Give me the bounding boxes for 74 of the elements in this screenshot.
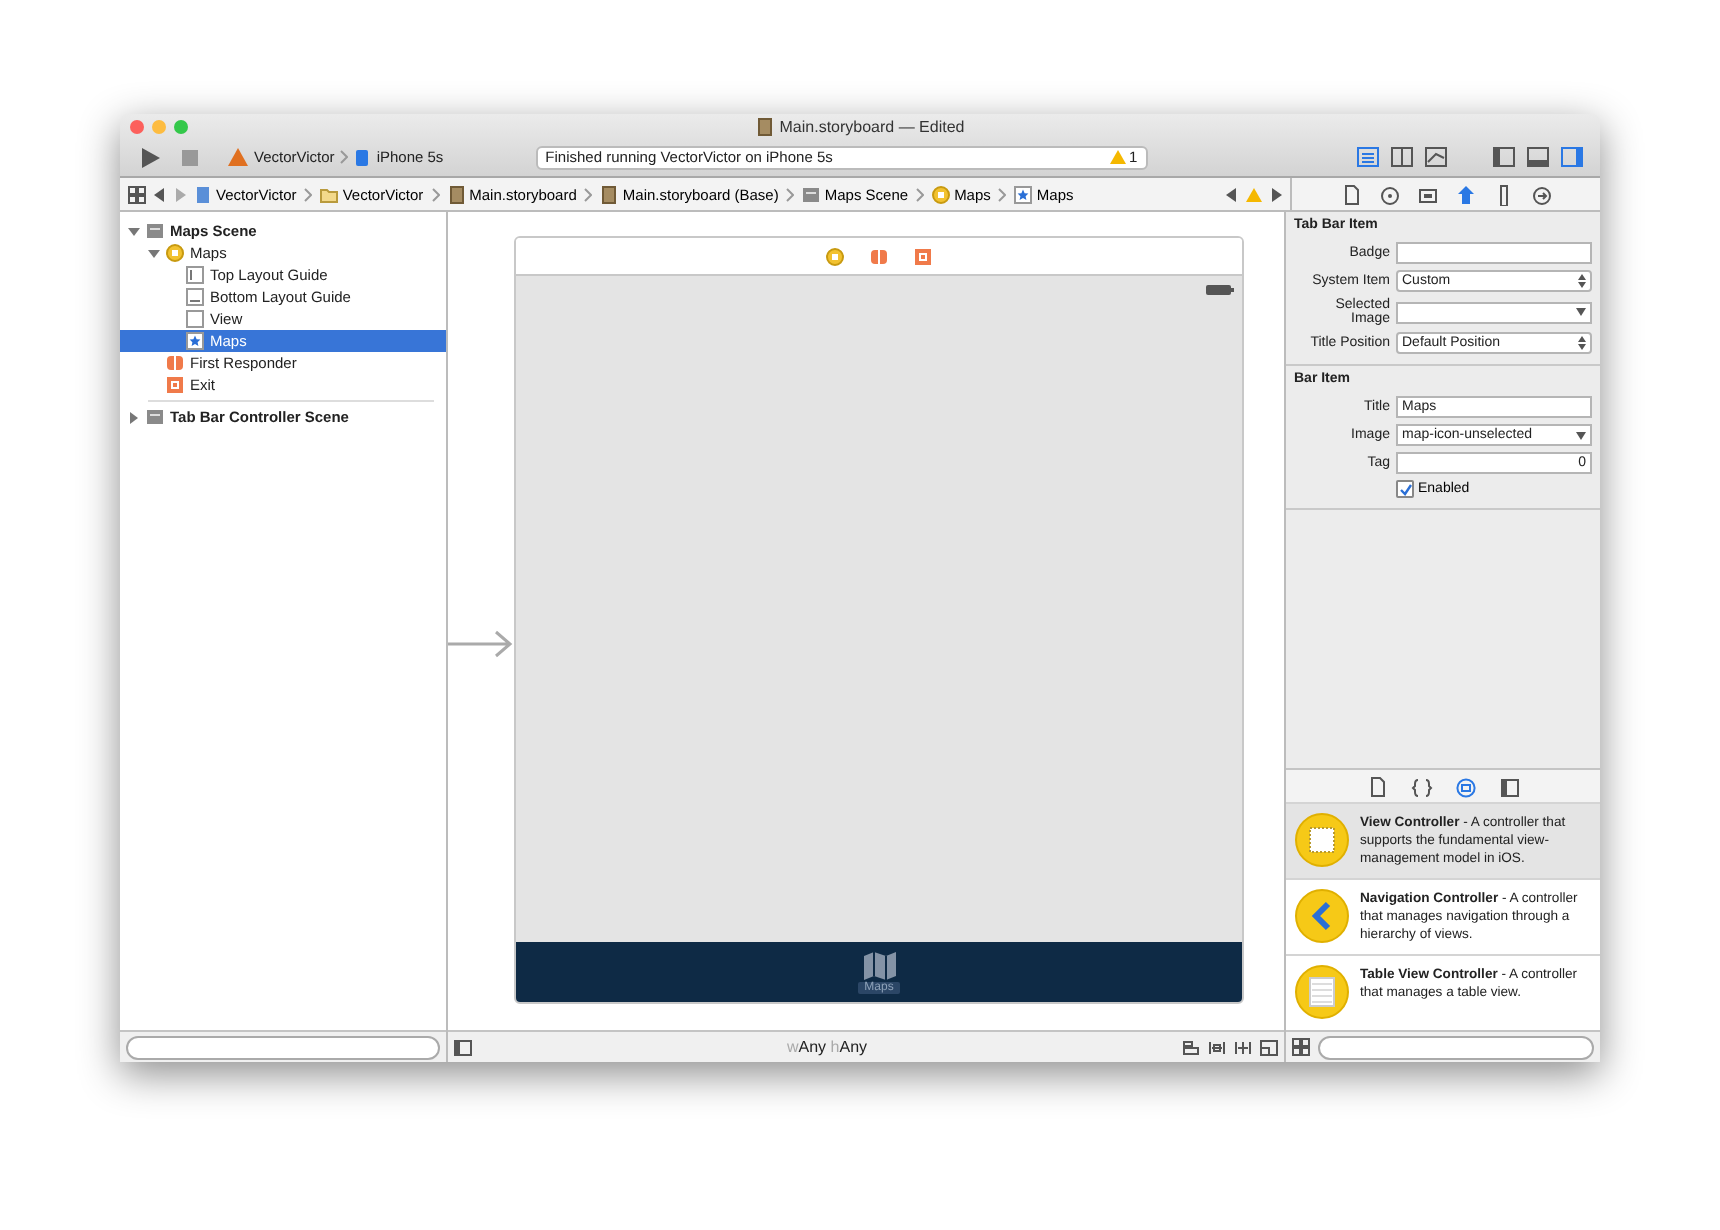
- scene-icon: [146, 222, 164, 240]
- grid-icon[interactable]: [1292, 1038, 1310, 1056]
- star-icon: [186, 332, 204, 350]
- star-icon: [1014, 185, 1033, 203]
- scene-icon: [802, 185, 821, 203]
- navigation-controller-icon: [1294, 888, 1350, 944]
- filter-field[interactable]: [1318, 1035, 1594, 1059]
- window-title: Main.storyboard — Edited: [779, 117, 965, 135]
- up-down-arrows-icon: [1578, 336, 1586, 350]
- document-outline-toggle-icon[interactable]: [454, 1039, 472, 1055]
- responder-icon: [870, 247, 888, 265]
- pin-icon[interactable]: [1234, 1039, 1252, 1055]
- top-guide-icon: [186, 266, 204, 284]
- chevron-icon: [916, 187, 925, 201]
- resolve-layout-icon[interactable]: [1260, 1039, 1278, 1055]
- device-icon: [354, 149, 371, 165]
- inspector-tab[interactable]: [1415, 183, 1439, 205]
- entry-point-arrow: [448, 630, 514, 658]
- disclosure-triangle-icon[interactable]: [128, 225, 140, 237]
- exit-icon: [914, 247, 932, 265]
- storyboard-icon: [755, 117, 774, 135]
- storyboard-icon: [447, 185, 466, 203]
- align-icon[interactable]: [1208, 1039, 1226, 1055]
- stack-icon[interactable]: [1182, 1039, 1200, 1055]
- table-controller-icon: [1294, 964, 1350, 1020]
- chevron-icon: [340, 150, 349, 164]
- up-down-arrows-icon: [1578, 274, 1586, 288]
- library-tab[interactable]: [1453, 775, 1477, 797]
- controller-icon: [932, 185, 951, 203]
- controller-icon: [826, 247, 844, 265]
- text-field[interactable]: [1396, 242, 1592, 264]
- view-icon: [186, 310, 204, 328]
- warning-icon: [1109, 150, 1125, 164]
- chevron-icon: [584, 187, 593, 201]
- bottom-guide-icon: [186, 288, 204, 306]
- panel-toggle-button[interactable]: [1526, 146, 1550, 168]
- chevron-icon: [786, 187, 795, 201]
- checkmark-icon: [1399, 483, 1411, 495]
- library-tab[interactable]: [1497, 775, 1521, 797]
- controller-icon: [166, 244, 184, 262]
- library-tab[interactable]: [1365, 775, 1389, 797]
- editor-mode-button[interactable]: [1424, 146, 1448, 168]
- app-icon: [228, 148, 248, 166]
- chevron-icon: [304, 187, 313, 201]
- disclosure-triangle-icon[interactable]: [128, 411, 140, 423]
- inspector-tab[interactable]: [1529, 183, 1553, 205]
- previous-issue-icon[interactable]: [1226, 187, 1238, 201]
- editor-mode-button[interactable]: [1356, 146, 1380, 168]
- inspector-tab[interactable]: [1339, 183, 1363, 205]
- storyboard-icon: [600, 185, 619, 203]
- folder-icon: [320, 185, 339, 203]
- next-issue-icon[interactable]: [1270, 187, 1282, 201]
- exit-icon: [166, 376, 184, 394]
- panel-toggle-button[interactable]: [1492, 146, 1516, 168]
- disclosure-triangle-icon[interactable]: [148, 247, 160, 259]
- inspector-tab[interactable]: [1377, 183, 1401, 205]
- scene-icon: [146, 408, 164, 426]
- back-icon[interactable]: [154, 187, 166, 201]
- battery-icon: [1206, 284, 1234, 296]
- run-icon[interactable]: [136, 145, 164, 169]
- filter-field[interactable]: [126, 1035, 440, 1059]
- chevron-icon: [431, 187, 440, 201]
- chevron-icon: [998, 187, 1007, 201]
- inspector-tab[interactable]: [1453, 183, 1477, 205]
- dropdown-arrow-icon: [1576, 308, 1586, 316]
- dropdown-arrow-icon: [1576, 431, 1586, 439]
- editor-mode-button[interactable]: [1390, 146, 1414, 168]
- view-controller-icon: [1294, 812, 1350, 868]
- library-tab[interactable]: [1409, 775, 1433, 797]
- project-icon: [194, 185, 212, 203]
- grid-icon[interactable]: [128, 185, 146, 203]
- panel-toggle-button[interactable]: [1560, 146, 1584, 168]
- map-icon: [863, 951, 895, 979]
- responder-icon: [166, 354, 184, 372]
